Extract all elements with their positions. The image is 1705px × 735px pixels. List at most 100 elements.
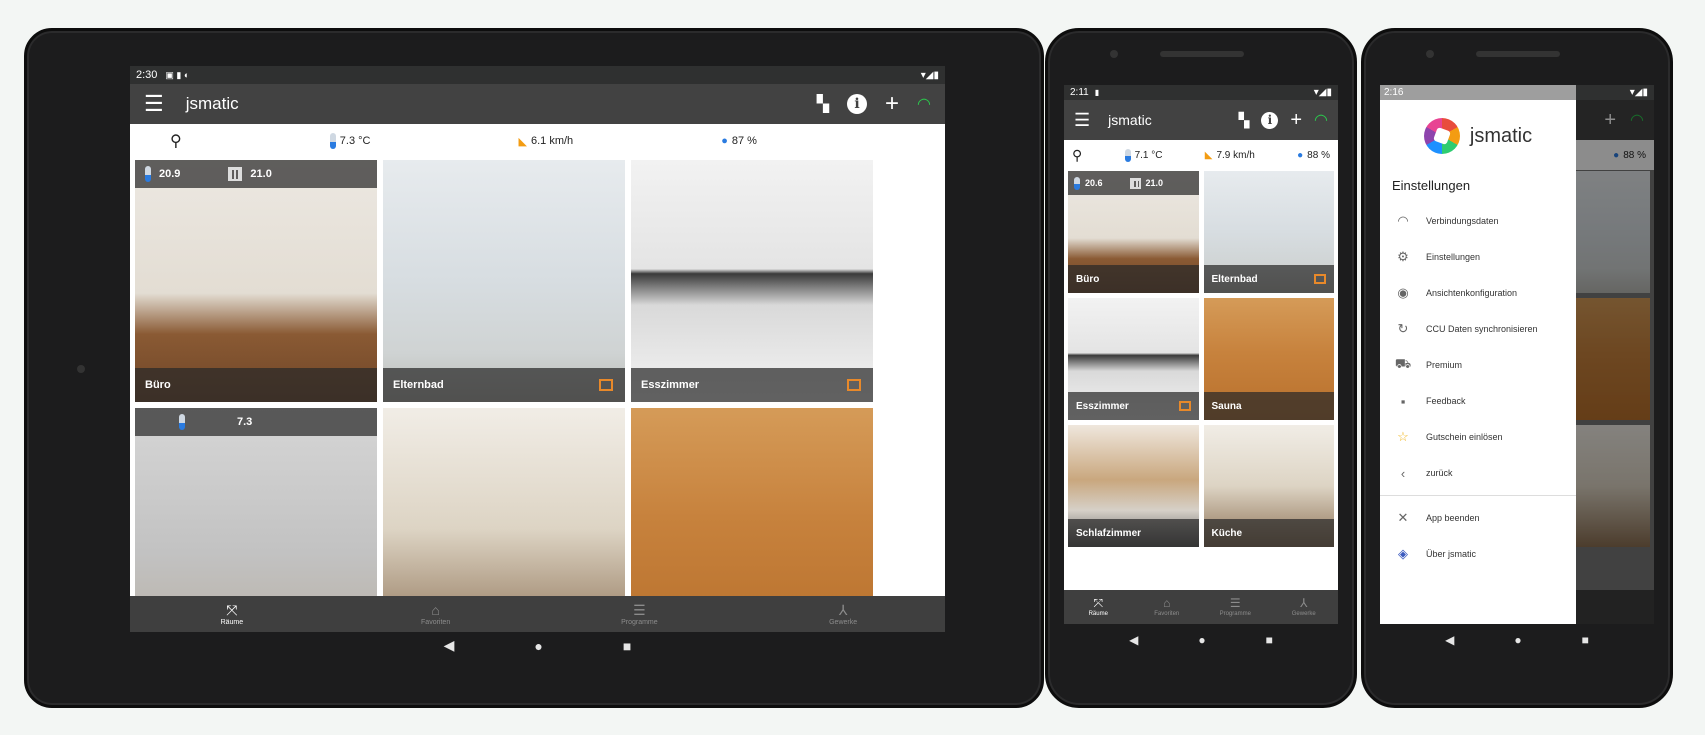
system-navigation: ◀ ● ■	[1380, 624, 1654, 655]
room-tile-kueche[interactable]: Küche	[1203, 425, 1334, 547]
room-label: Küche	[1203, 519, 1334, 547]
expand-icon: ⤧	[226, 601, 238, 618]
status-notification-icons: ▣ ▮ ◐	[165, 69, 190, 80]
star-icon: ☆	[1397, 429, 1409, 444]
drawer-heading: Einstellungen	[1392, 178, 1471, 193]
room-tile-buero[interactable]: 20.6 21.0 Büro	[1068, 171, 1199, 293]
room-tile-esszimmer[interactable]: Esszimmer	[1068, 298, 1199, 420]
info-icon[interactable]: i	[1261, 111, 1279, 129]
tablet-camera	[77, 365, 85, 373]
status-notification-icons: ▮	[1094, 88, 1100, 97]
drawer-divider	[1380, 495, 1576, 496]
info-icon[interactable]: i	[847, 94, 868, 114]
room-label: Elternbad	[1203, 265, 1334, 293]
drawer-item-zurueck[interactable]: ‹ zurück	[1380, 455, 1576, 491]
drawer-item-feedback[interactable]: ▪ Feedback	[1380, 383, 1576, 419]
list-icon: ☰	[633, 601, 646, 618]
nav-favoriten[interactable]: ⌂ Favoriten	[1133, 590, 1202, 624]
dashboard-icon[interactable]: ▚	[1239, 112, 1250, 129]
thermometer-icon	[1074, 176, 1080, 190]
room-tile-elternbad[interactable]: Elternbad	[383, 160, 625, 402]
room-label: Sauna	[1203, 392, 1334, 420]
nav-programme[interactable]: ☰ Programme	[1201, 590, 1270, 624]
wifi-icon[interactable]: ◠	[1314, 110, 1328, 130]
weather-bar: ⚲ 7.3 °C ◣ 6.1 km/h ● 87 %	[130, 124, 945, 158]
tablet-device: 2:30 ▣ ▮ ◐ ▾◢▮ ☰ jsmatic ▚ i + ◠ ⚲ 7.3 °…	[24, 28, 1044, 708]
recents-icon[interactable]: ■	[1266, 633, 1273, 647]
drawer-item-premium[interactable]: ⛟ Premium	[1380, 347, 1576, 383]
rooms-grid: 20.9 21.0 Büro Elternbad Esszimmer 7.3	[135, 160, 873, 650]
heater-setpoint: 21.0	[250, 168, 272, 180]
camera-icon[interactable]	[847, 379, 861, 391]
phone-screen: 2:11 ▮ ▾◢▮ ☰ jsmatic ▚ i + ◠ ⚲ 7.1 °C ◣ 7…	[1064, 85, 1338, 655]
close-icon: ✕	[1397, 510, 1409, 525]
room-tile-sauna[interactable]: Sauna	[1203, 298, 1334, 420]
recents-icon[interactable]: ■	[1582, 633, 1589, 647]
home-button-icon[interactable]: ●	[534, 638, 542, 654]
room-tile-esszimmer[interactable]: Esszimmer	[631, 160, 873, 402]
drawer-item-einstellungen[interactable]: ⚙ Einstellungen	[1380, 239, 1576, 275]
status-signal-icons: ▾◢▮	[1629, 87, 1648, 98]
heater-icon	[1129, 177, 1141, 189]
back-icon[interactable]: ◀	[444, 637, 455, 654]
status-signal-icons: ▾◢▮	[920, 69, 939, 81]
weather-bar: ⚲ 7.1 °C ◣ 7.9 km/h ● 88 %	[1064, 140, 1338, 170]
nav-gewerke[interactable]: ⅄ Gewerke	[1270, 590, 1339, 624]
heater-setpoint: 21.0	[1145, 178, 1164, 188]
phone-device-drawer: 2:16 ▮ ▾◢▮ + ◠ ●88 %	[1361, 28, 1673, 708]
weather-temperature: 7.1 °C	[1134, 149, 1163, 161]
weather-wind: 6.1 km/h	[530, 135, 574, 147]
weather-station-icon: ⚲	[1072, 146, 1083, 163]
room-label: Elternbad	[383, 368, 625, 402]
nav-gewerke[interactable]: ⅄ Gewerke	[741, 596, 945, 632]
status-time: 2:30	[136, 69, 158, 81]
drawer-item-verbindungsdaten[interactable]: ◠ Verbindungsdaten	[1380, 203, 1576, 239]
camera-icon[interactable]	[1314, 274, 1326, 284]
add-icon[interactable]: +	[1290, 110, 1302, 130]
room-tile-buero[interactable]: 20.9 21.0 Büro	[135, 160, 377, 402]
sync-icon: ↻	[1397, 321, 1409, 336]
nav-programme[interactable]: ☰ Programme	[538, 596, 742, 632]
phone-front-camera	[1110, 50, 1118, 58]
menu-icon[interactable]: ☰	[1074, 111, 1090, 129]
nav-favoriten[interactable]: ⌂ Favoriten	[334, 596, 538, 632]
drawer-item-app-beenden[interactable]: ✕ App beenden	[1380, 500, 1576, 536]
nav-raeume[interactable]: ⤧ Räume	[1064, 590, 1133, 624]
wifi-icon: ◠	[1397, 213, 1409, 228]
camera-icon[interactable]	[599, 379, 613, 391]
heater-icon	[228, 167, 243, 181]
system-navigation: ◀ ● ■	[130, 632, 945, 659]
nav-raeume[interactable]: ⤧ Räume	[130, 596, 334, 632]
back-icon[interactable]: ◀	[1129, 633, 1138, 647]
status-time: 2:16	[1384, 87, 1404, 98]
home-button-icon[interactable]: ●	[1514, 633, 1521, 647]
weather-humidity: 88 %	[1307, 149, 1330, 161]
weather-humidity: 87 %	[731, 135, 757, 147]
room-tile-elternbad[interactable]: Elternbad	[1203, 171, 1334, 293]
thermometer-icon	[1124, 148, 1131, 162]
app-title: jsmatic	[1108, 112, 1152, 128]
drawer-item-gutschein[interactable]: ☆ Gutschein einlösen	[1380, 419, 1576, 455]
bottom-navigation: ⤧ Räume ⌂ Favoriten ☰ Programme ⅄ Gewerke	[130, 596, 945, 632]
room-label: Esszimmer	[631, 368, 873, 402]
jsmatic-logo-icon	[1423, 118, 1460, 154]
status-bar: 2:11 ▮ ▾◢▮	[1064, 85, 1338, 100]
thermometer-icon	[145, 166, 151, 182]
add-icon[interactable]: +	[885, 92, 899, 116]
menu-icon[interactable]: ☰	[144, 93, 164, 115]
room-status-bar: 20.9 21.0	[135, 160, 377, 188]
drawer-item-ccu-sync[interactable]: ↻ CCU Daten synchronisieren	[1380, 311, 1576, 347]
drawer-item-ansichtenkonfiguration[interactable]: ◉ Ansichtenkonfiguration	[1380, 275, 1576, 311]
back-icon[interactable]: ◀	[1445, 633, 1454, 647]
dashboard-icon[interactable]: ▚	[817, 94, 829, 114]
drawer-item-ueber[interactable]: ◈ Über jsmatic	[1380, 536, 1576, 572]
home-button-icon[interactable]: ●	[1198, 633, 1205, 647]
room-tile-schlafzimmer[interactable]: Schlafzimmer	[1068, 425, 1199, 547]
recents-icon[interactable]: ■	[623, 638, 631, 654]
room-temperature: 7.3	[237, 416, 253, 428]
eye-icon: ◉	[1397, 285, 1409, 300]
hierarchy-icon: ⅄	[1300, 596, 1308, 610]
expand-icon: ⤧	[1093, 596, 1104, 610]
camera-icon[interactable]	[1178, 401, 1191, 411]
wifi-icon[interactable]: ◠	[917, 94, 931, 114]
